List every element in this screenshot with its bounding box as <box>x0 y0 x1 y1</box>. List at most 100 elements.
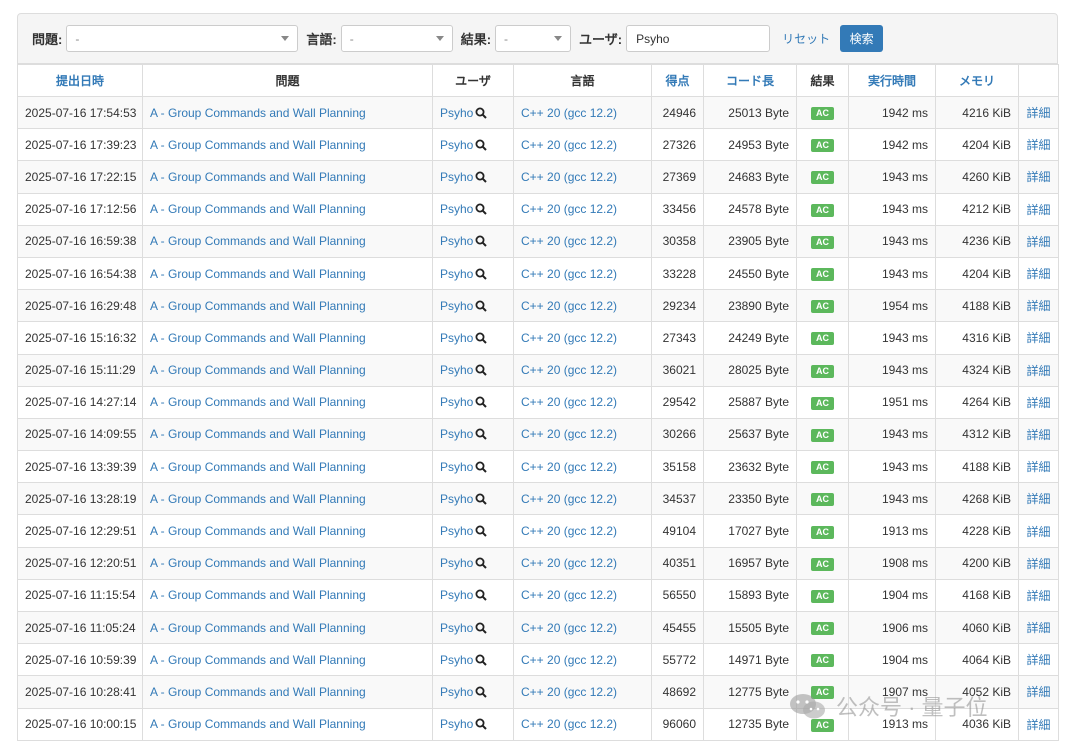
problem-link[interactable]: A - Group Commands and Wall Planning <box>142 192 433 226</box>
user-link[interactable]: Psyho <box>440 492 473 506</box>
problem-link[interactable]: A - Group Commands and Wall Planning <box>142 578 433 613</box>
user-link[interactable]: Psyho <box>440 299 473 313</box>
detail-link[interactable]: 詳細 <box>1026 685 1050 699</box>
problem-link-text[interactable]: A - Group Commands and Wall Planning <box>150 621 366 635</box>
language-link[interactable]: C++ 20 (gcc 12.2) <box>513 675 652 709</box>
user-link[interactable]: Psyho <box>440 427 473 441</box>
detail-link[interactable]: 詳細 <box>1026 267 1050 281</box>
user-link[interactable]: Psyho <box>440 717 473 731</box>
detail-link[interactable]: 詳細 <box>1026 557 1050 571</box>
detail-link[interactable]: 詳細 <box>1026 428 1050 442</box>
language-link-text[interactable]: C++ 20 (gcc 12.2) <box>521 621 617 635</box>
detail-link[interactable]: 詳細 <box>1026 621 1050 635</box>
problem-link-text[interactable]: A - Group Commands and Wall Planning <box>150 395 366 409</box>
language-link-text[interactable]: C++ 20 (gcc 12.2) <box>521 106 617 120</box>
result-select[interactable]: - <box>495 25 572 52</box>
reset-link[interactable]: リセット <box>782 30 830 47</box>
search-icon[interactable] <box>475 461 488 473</box>
language-link[interactable]: C++ 20 (gcc 12.2) <box>513 385 652 419</box>
search-icon[interactable] <box>475 332 488 344</box>
language-link-text[interactable]: C++ 20 (gcc 12.2) <box>521 653 617 667</box>
language-link-text[interactable]: C++ 20 (gcc 12.2) <box>521 267 617 281</box>
search-button[interactable]: 検索 <box>840 25 884 52</box>
language-link[interactable]: C++ 20 (gcc 12.2) <box>513 321 652 355</box>
search-icon[interactable] <box>475 718 488 730</box>
detail-link[interactable]: 詳細 <box>1026 235 1050 249</box>
user-link[interactable]: Psyho <box>440 331 473 345</box>
user-link[interactable]: Psyho <box>440 234 473 248</box>
language-link[interactable]: C++ 20 (gcc 12.2) <box>513 546 652 580</box>
language-link-text[interactable]: C++ 20 (gcc 12.2) <box>521 556 617 570</box>
language-link[interactable]: C++ 20 (gcc 12.2) <box>513 128 652 162</box>
search-icon[interactable] <box>475 235 488 248</box>
sort-exec-time[interactable]: 実行時間 <box>848 64 936 97</box>
search-icon[interactable] <box>475 428 488 441</box>
problem-select[interactable]: - <box>66 25 299 52</box>
user-link[interactable]: Psyho <box>440 363 473 377</box>
language-link[interactable]: C++ 20 (gcc 12.2) <box>513 192 652 226</box>
problem-link[interactable]: A - Group Commands and Wall Planning <box>142 610 433 645</box>
search-icon[interactable] <box>475 300 488 312</box>
language-link-text[interactable]: C++ 20 (gcc 12.2) <box>521 234 617 248</box>
language-link-text[interactable]: C++ 20 (gcc 12.2) <box>521 492 617 506</box>
search-icon[interactable] <box>475 525 488 537</box>
language-link[interactable]: C++ 20 (gcc 12.2) <box>513 610 652 645</box>
language-link[interactable]: C++ 20 (gcc 12.2) <box>513 707 652 741</box>
search-icon[interactable] <box>475 364 488 376</box>
language-link[interactable]: C++ 20 (gcc 12.2) <box>513 353 652 387</box>
problem-link-text[interactable]: A - Group Commands and Wall Planning <box>150 331 366 345</box>
detail-link[interactable]: 詳細 <box>1026 331 1050 345</box>
detail-link[interactable]: 詳細 <box>1026 653 1050 667</box>
language-link-text[interactable]: C++ 20 (gcc 12.2) <box>521 588 617 602</box>
language-select[interactable]: - <box>340 25 453 52</box>
sort-code-length[interactable]: コード長 <box>703 64 797 97</box>
language-link[interactable]: C++ 20 (gcc 12.2) <box>513 289 652 323</box>
problem-link[interactable]: A - Group Commands and Wall Planning <box>142 353 433 387</box>
user-link[interactable]: Psyho <box>440 170 473 184</box>
user-link[interactable]: Psyho <box>440 202 473 216</box>
search-icon[interactable] <box>475 396 488 408</box>
problem-link-text[interactable]: A - Group Commands and Wall Planning <box>150 202 366 216</box>
search-icon[interactable] <box>475 139 488 151</box>
language-link-text[interactable]: C++ 20 (gcc 12.2) <box>521 331 617 345</box>
problem-link-text[interactable]: A - Group Commands and Wall Planning <box>150 427 366 441</box>
problem-link[interactable]: A - Group Commands and Wall Planning <box>142 514 433 548</box>
detail-link[interactable]: 詳細 <box>1026 364 1050 378</box>
problem-link-text[interactable]: A - Group Commands and Wall Planning <box>150 460 366 474</box>
user-link[interactable]: Psyho <box>440 395 473 409</box>
user-link[interactable]: Psyho <box>440 588 473 602</box>
problem-link[interactable]: A - Group Commands and Wall Planning <box>142 643 433 677</box>
detail-link[interactable]: 詳細 <box>1026 589 1050 603</box>
user-link[interactable]: Psyho <box>440 621 473 635</box>
problem-link[interactable]: A - Group Commands and Wall Planning <box>142 417 433 452</box>
sort-score[interactable]: 得点 <box>651 64 704 97</box>
problem-link-text[interactable]: A - Group Commands and Wall Planning <box>150 170 366 184</box>
user-input[interactable]: Psyho <box>626 25 771 52</box>
problem-link-text[interactable]: A - Group Commands and Wall Planning <box>150 717 366 731</box>
language-link-text[interactable]: C++ 20 (gcc 12.2) <box>521 685 617 699</box>
detail-link[interactable]: 詳細 <box>1026 203 1050 217</box>
search-icon[interactable] <box>475 686 488 698</box>
problem-link[interactable]: A - Group Commands and Wall Planning <box>142 675 433 709</box>
user-link[interactable]: Psyho <box>440 524 473 538</box>
search-icon[interactable] <box>475 654 488 666</box>
detail-link[interactable]: 詳細 <box>1026 492 1050 506</box>
detail-link[interactable]: 詳細 <box>1026 396 1050 410</box>
problem-link-text[interactable]: A - Group Commands and Wall Planning <box>150 267 366 281</box>
user-link[interactable]: Psyho <box>440 556 473 570</box>
search-icon[interactable] <box>475 203 488 215</box>
sort-memory[interactable]: メモリ <box>935 64 1019 97</box>
language-link[interactable]: C++ 20 (gcc 12.2) <box>513 482 652 516</box>
search-icon[interactable] <box>475 107 488 119</box>
problem-link-text[interactable]: A - Group Commands and Wall Planning <box>150 138 366 152</box>
problem-link[interactable]: A - Group Commands and Wall Planning <box>142 224 433 258</box>
language-link[interactable]: C++ 20 (gcc 12.2) <box>513 643 652 677</box>
problem-link-text[interactable]: A - Group Commands and Wall Planning <box>150 299 366 313</box>
user-link[interactable]: Psyho <box>440 106 473 120</box>
problem-link[interactable]: A - Group Commands and Wall Planning <box>142 385 433 419</box>
problem-link-text[interactable]: A - Group Commands and Wall Planning <box>150 524 366 538</box>
language-link-text[interactable]: C++ 20 (gcc 12.2) <box>521 170 617 184</box>
problem-link-text[interactable]: A - Group Commands and Wall Planning <box>150 653 366 667</box>
language-link[interactable]: C++ 20 (gcc 12.2) <box>513 224 652 258</box>
detail-link[interactable]: 詳細 <box>1026 525 1050 539</box>
